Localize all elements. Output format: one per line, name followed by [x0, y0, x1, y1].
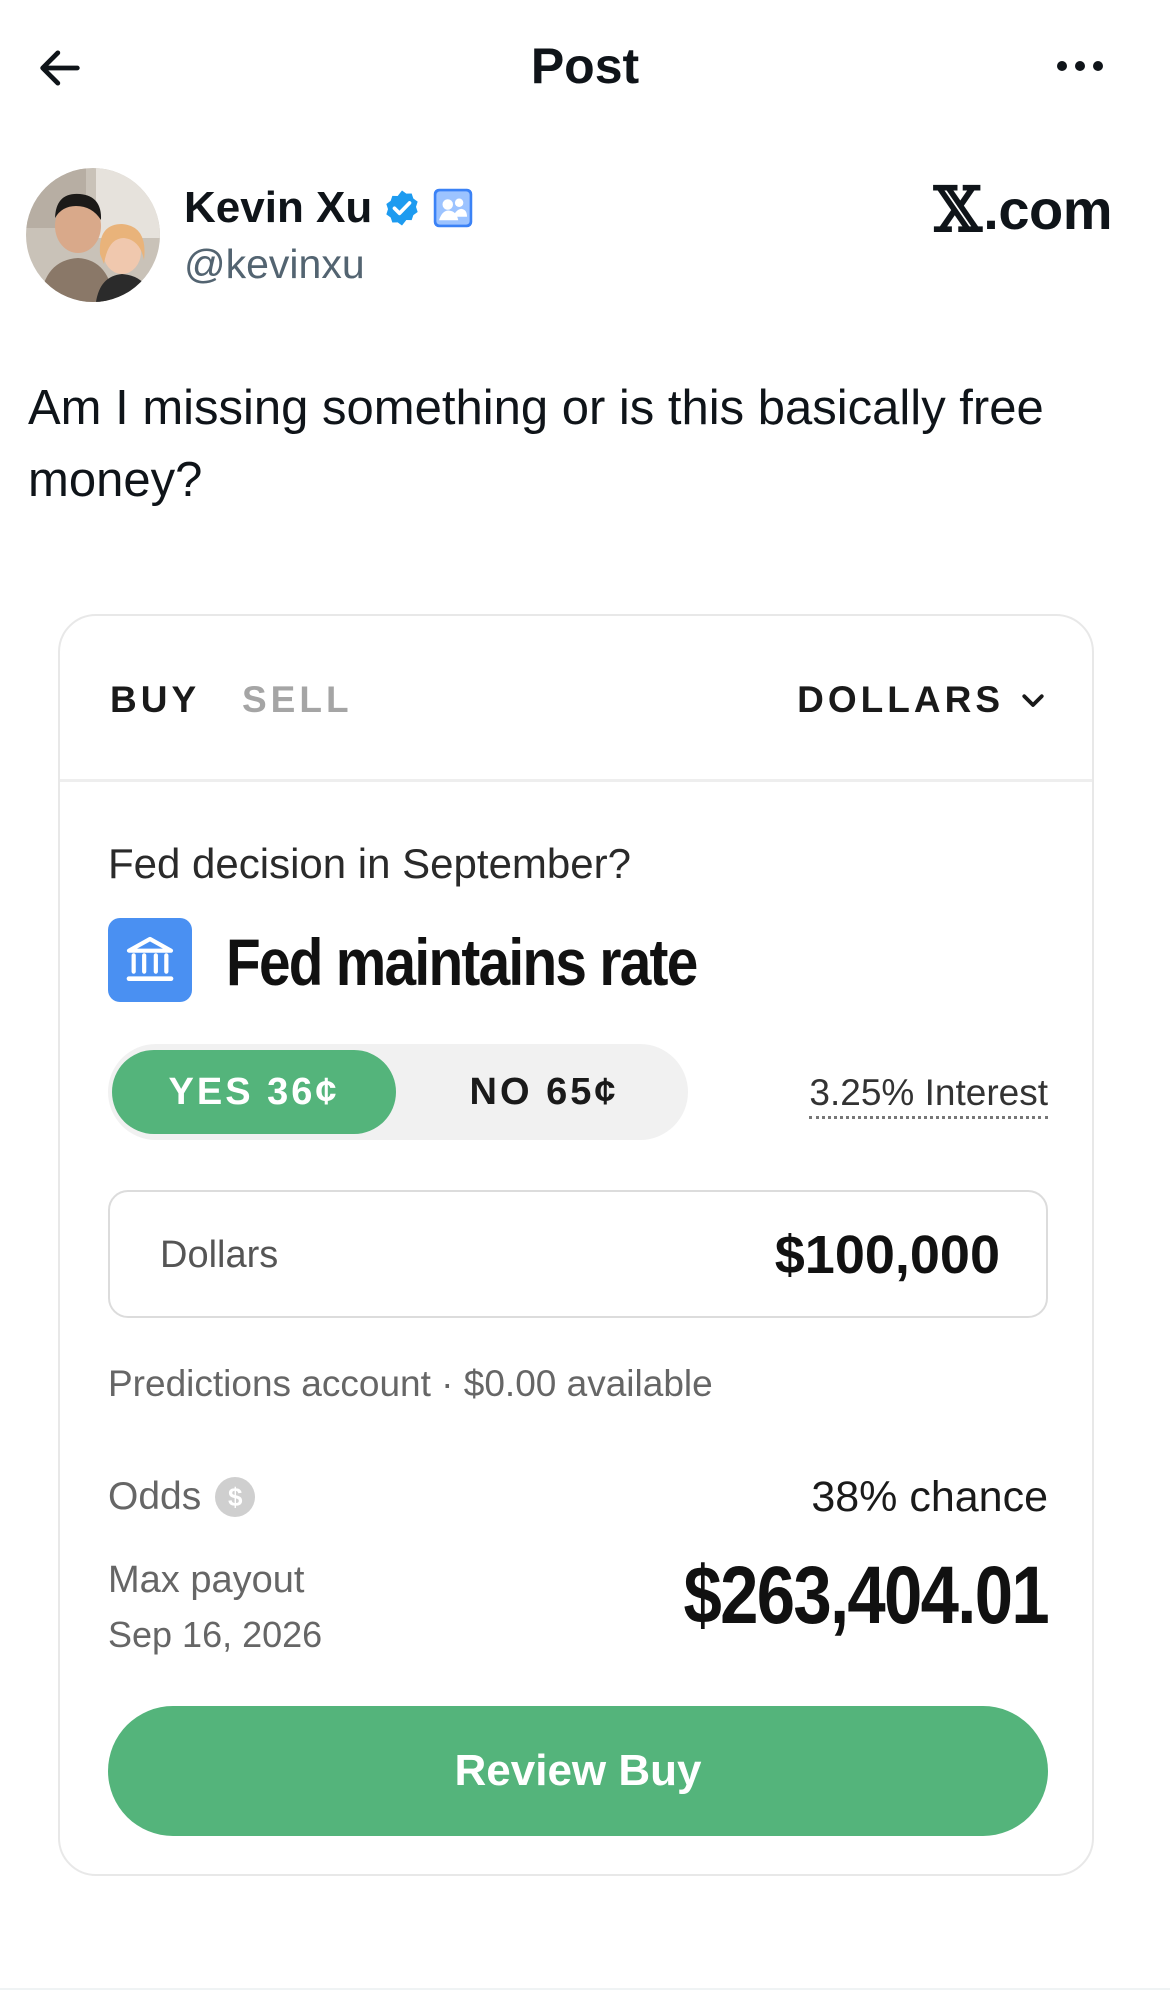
odds-row-label: Odds $: [108, 1472, 256, 1522]
payout-value: $263,404.01: [683, 1550, 1049, 1641]
tab-buy[interactable]: BUY: [110, 678, 200, 722]
bank-icon: [108, 918, 192, 1002]
post-page: Post Kevin Xu @kevinxu 𝕏 .com Am I missi…: [0, 0, 1170, 2016]
odds-value: 38% chance: [811, 1473, 1048, 1521]
no-option[interactable]: NO 65¢: [404, 1050, 684, 1134]
account-info: Predictions account · $0.00 available: [108, 1363, 713, 1404]
chevron-down-icon: [1022, 694, 1044, 707]
more-options-button[interactable]: [1040, 40, 1120, 92]
payout-label: Max payout: [108, 1559, 305, 1601]
x-logo-icon: 𝕏: [933, 173, 982, 246]
outcome-toggle: YES 36¢ NO 65¢: [108, 1044, 688, 1140]
source-label: 𝕏 .com: [933, 173, 1113, 246]
amount-input[interactable]: Dollars $100,000: [108, 1190, 1048, 1318]
author-handle[interactable]: @kevinxu: [184, 238, 365, 290]
top-bar: Post: [0, 0, 1170, 130]
card-header: BUY SELL DOLLARS: [60, 616, 1092, 782]
post-text: Am I missing something or is this basica…: [28, 381, 1044, 507]
amount-label: Dollars: [160, 1234, 279, 1276]
source-domain: .com: [983, 178, 1112, 241]
author-name[interactable]: Kevin Xu: [184, 180, 372, 236]
page-title: Post: [530, 38, 640, 94]
avatar[interactable]: [26, 168, 160, 302]
yes-option[interactable]: YES 36¢: [112, 1050, 396, 1134]
author-name-row: Kevin Xu: [184, 180, 474, 236]
embedded-trade-card[interactable]: BUY SELL DOLLARS Fed decision in Septemb…: [58, 614, 1094, 1876]
interest-link[interactable]: 3.25% Interest: [809, 1070, 1048, 1119]
market-question: Fed decision in September?: [108, 840, 631, 887]
tab-sell[interactable]: SELL: [242, 678, 353, 722]
affiliate-badge-icon[interactable]: [432, 187, 474, 229]
review-buy-button[interactable]: Review Buy: [108, 1706, 1048, 1836]
payout-date: Sep 16, 2026: [108, 1614, 323, 1655]
avatar-photo: [26, 168, 160, 302]
divider: [0, 1988, 1170, 1990]
market-title: Fed maintains rate: [226, 925, 698, 999]
more-horizontal-icon: [1057, 61, 1067, 71]
amount-value: $100,000: [774, 1225, 1000, 1285]
currency-selector[interactable]: DOLLARS: [797, 678, 1048, 722]
odds-label: Odds: [108, 1475, 202, 1518]
dollar-circle-icon[interactable]: $: [215, 1477, 256, 1517]
verified-badge-icon: [386, 190, 418, 226]
currency-label: DOLLARS: [797, 679, 1004, 720]
